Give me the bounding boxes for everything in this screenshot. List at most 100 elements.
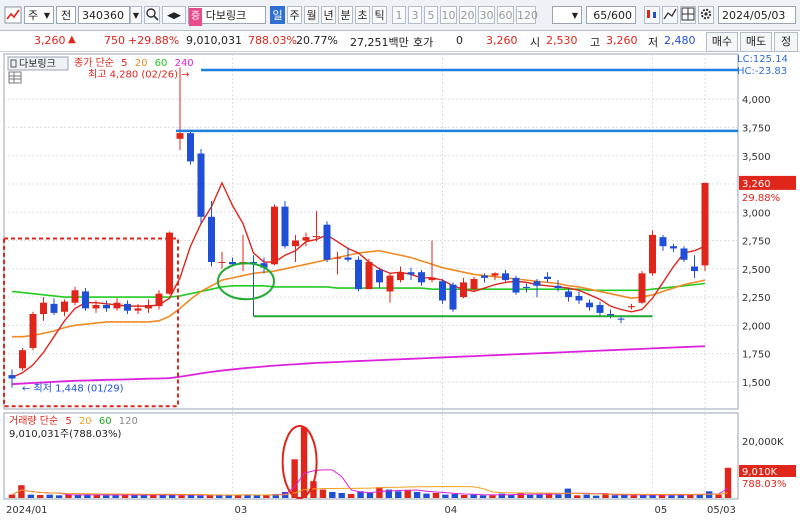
period-tab[interactable]: 월	[304, 6, 319, 24]
layout-button[interactable]	[680, 6, 696, 24]
candle-up	[365, 262, 373, 290]
order-type-select[interactable]: 전	[56, 6, 76, 24]
code-dropdown-button[interactable]: ▼	[130, 6, 142, 24]
market-select[interactable]: 주 ▼	[24, 6, 54, 24]
candle-up	[71, 290, 79, 303]
date-tick-label: 05	[655, 505, 668, 516]
volume-value: 9,010,031	[186, 34, 242, 47]
edit-button[interactable]: 정	[774, 32, 798, 52]
search-button[interactable]	[144, 6, 160, 24]
interval-dropdown[interactable]: ▼	[552, 6, 582, 24]
candle-up	[145, 304, 152, 309]
edit-button-label: 정	[780, 35, 792, 48]
candle-up	[302, 237, 310, 241]
interval-tab[interactable]: 20	[459, 6, 476, 24]
volume-bar	[630, 495, 637, 498]
volume-ratio: 788.03%	[248, 34, 297, 47]
legend-ma240: 240	[175, 58, 194, 69]
grid-icon	[681, 7, 695, 21]
interval-tab[interactable]: 3	[408, 6, 422, 24]
period-tab[interactable]: 일	[270, 6, 285, 24]
draw-tool-button[interactable]	[662, 6, 678, 24]
buy-button[interactable]: 매수	[706, 32, 738, 52]
volume-bar	[37, 494, 44, 498]
last-price-label: 3,260	[742, 179, 771, 190]
price-change: 750	[104, 34, 125, 47]
volume-bar	[404, 489, 411, 498]
volume-bar	[46, 494, 53, 498]
volume-bar	[376, 487, 383, 498]
date-tick-label: 05/03	[707, 505, 736, 516]
volume-bar	[442, 494, 449, 498]
interval-tab[interactable]: 30	[478, 6, 495, 24]
volume-bar	[668, 495, 675, 498]
code-input[interactable]: 340360	[78, 6, 130, 24]
volume-bar	[536, 494, 543, 498]
interval-tab[interactable]: 10	[440, 6, 457, 24]
volume-bar	[8, 494, 16, 498]
trade-amount: 27,251백만	[350, 36, 409, 49]
chart-type-button[interactable]	[644, 6, 660, 24]
order-type-value: 전	[60, 9, 72, 22]
count-input[interactable]: 65/600	[586, 6, 636, 24]
period-tab[interactable]: 년	[321, 6, 336, 24]
price-tick-label: 1,500	[742, 378, 771, 389]
candle-down	[512, 277, 520, 293]
candle-down	[197, 153, 205, 217]
candle-down	[439, 281, 446, 301]
stock-name: 다보링크	[205, 9, 247, 22]
hc-label: HC:-23.83	[737, 66, 787, 77]
high-label: 고	[590, 36, 601, 49]
date-tick-label: 03	[235, 505, 248, 516]
settings-button[interactable]	[698, 6, 714, 24]
turnover-rate: 20.77%	[296, 34, 338, 47]
stock-name-box[interactable]: 증 다보링크	[188, 6, 266, 26]
volume-bar	[131, 495, 138, 498]
current-price: 3,260	[34, 34, 66, 47]
date-input[interactable]: 2024/05/03	[718, 6, 796, 24]
market-value: 주	[28, 9, 39, 22]
candle-up	[334, 257, 341, 259]
volume-legend: 거래량 단순 5 20 60 120	[9, 415, 138, 427]
date-tick-label: 04	[445, 505, 458, 516]
volume-bar	[74, 494, 82, 498]
candle-down	[187, 133, 194, 162]
interval-tab[interactable]: 5	[424, 6, 438, 24]
candle-up	[638, 273, 646, 303]
table-view-icon[interactable]	[8, 71, 22, 84]
vlegend-ma60: 60	[99, 416, 112, 427]
volume-bar	[187, 494, 195, 498]
vlegend-ma20: 20	[79, 416, 92, 427]
volume-bar	[451, 493, 458, 498]
interval-tab[interactable]: 120	[516, 6, 538, 24]
volume-bar	[55, 495, 63, 498]
prev-next-button[interactable]: ◀▶	[162, 6, 186, 24]
up-arrow-icon: ▲	[68, 34, 76, 45]
candle-up	[19, 350, 26, 369]
last-volume-label: 9,010K	[742, 467, 778, 478]
lc-label: LC:125.14	[737, 54, 788, 65]
candle-down	[659, 237, 667, 247]
prev-next-arrows-icon: ◀▶	[167, 11, 181, 21]
candle-down	[691, 266, 698, 272]
sell-button[interactable]: 매도	[740, 32, 772, 52]
legend-ma60: 60	[155, 58, 168, 69]
interval-tab[interactable]: 1	[392, 6, 406, 24]
trend-line-icon	[663, 8, 677, 20]
period-tab[interactable]: 초	[355, 6, 370, 24]
candle-up	[176, 133, 184, 139]
volume-bar	[583, 494, 590, 498]
volume-bar	[225, 495, 232, 498]
interval-tab[interactable]: 60	[497, 6, 514, 24]
count-max: /600	[607, 9, 632, 22]
volume-bar	[715, 494, 722, 498]
period-tab[interactable]: 틱	[372, 6, 387, 24]
buy-button-label: 매수	[711, 35, 733, 48]
period-tab[interactable]: 주	[287, 6, 302, 24]
price-tick-label: 2,250	[742, 293, 771, 304]
chart-area[interactable]: 1,5001,7502,0002,2502,5002,7503,0003,250…	[0, 52, 800, 517]
stock-chart[interactable]: 1,5001,7502,0002,2502,5002,7503,0003,250…	[0, 52, 800, 517]
period-tab[interactable]: 분	[338, 6, 353, 24]
volume-bar	[555, 494, 562, 498]
date-value: 2024/05/03	[722, 9, 786, 22]
